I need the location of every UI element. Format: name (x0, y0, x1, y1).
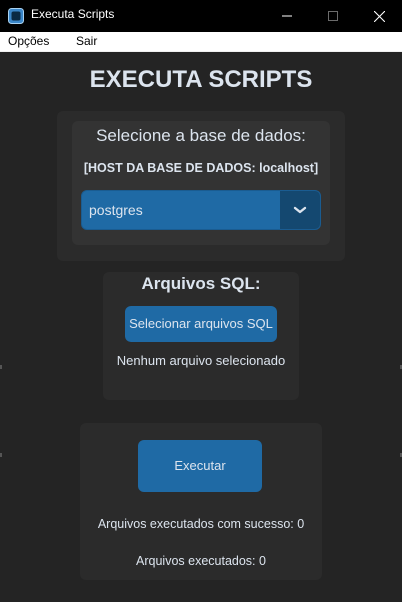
select-sql-files-button[interactable]: Selecionar arquivos SQL (125, 306, 277, 342)
database-host-label: [HOST DA BASE DE DADOS: localhost] (83, 161, 319, 175)
menu-item-opcoes[interactable]: Opções (8, 34, 49, 48)
menu-item-sair[interactable]: Sair (76, 34, 97, 48)
minimize-icon (282, 15, 292, 17)
close-button[interactable] (356, 0, 402, 32)
window-title: Executa Scripts (31, 7, 115, 21)
minimize-button[interactable] (264, 0, 310, 32)
execute-button[interactable]: Executar (138, 440, 262, 492)
sql-files-status: Nenhum arquivo selecionado (116, 353, 286, 368)
maximize-icon (328, 11, 338, 21)
database-select-value: postgres (89, 202, 143, 218)
database-label: Selecione a base de dados: (96, 126, 306, 145)
close-icon (373, 10, 385, 22)
dropdown-arrow-button[interactable] (280, 191, 320, 229)
executed-success-count: Arquivos executados com sucesso: 0 (97, 517, 305, 531)
left-edge-mark (0, 365, 2, 369)
app-icon (8, 8, 24, 24)
title-bar: Executa Scripts (0, 0, 402, 32)
page-title: EXECUTA SCRIPTS (89, 66, 313, 93)
database-select[interactable]: postgres (81, 190, 321, 230)
sql-files-label: Arquivos SQL: (141, 274, 261, 293)
left-edge-mark (0, 453, 2, 457)
chevron-down-icon (293, 206, 307, 214)
maximize-button[interactable] (310, 0, 356, 32)
executed-total-count: Arquivos executados: 0 (136, 554, 266, 568)
menu-bar: Opções Sair (0, 32, 402, 52)
